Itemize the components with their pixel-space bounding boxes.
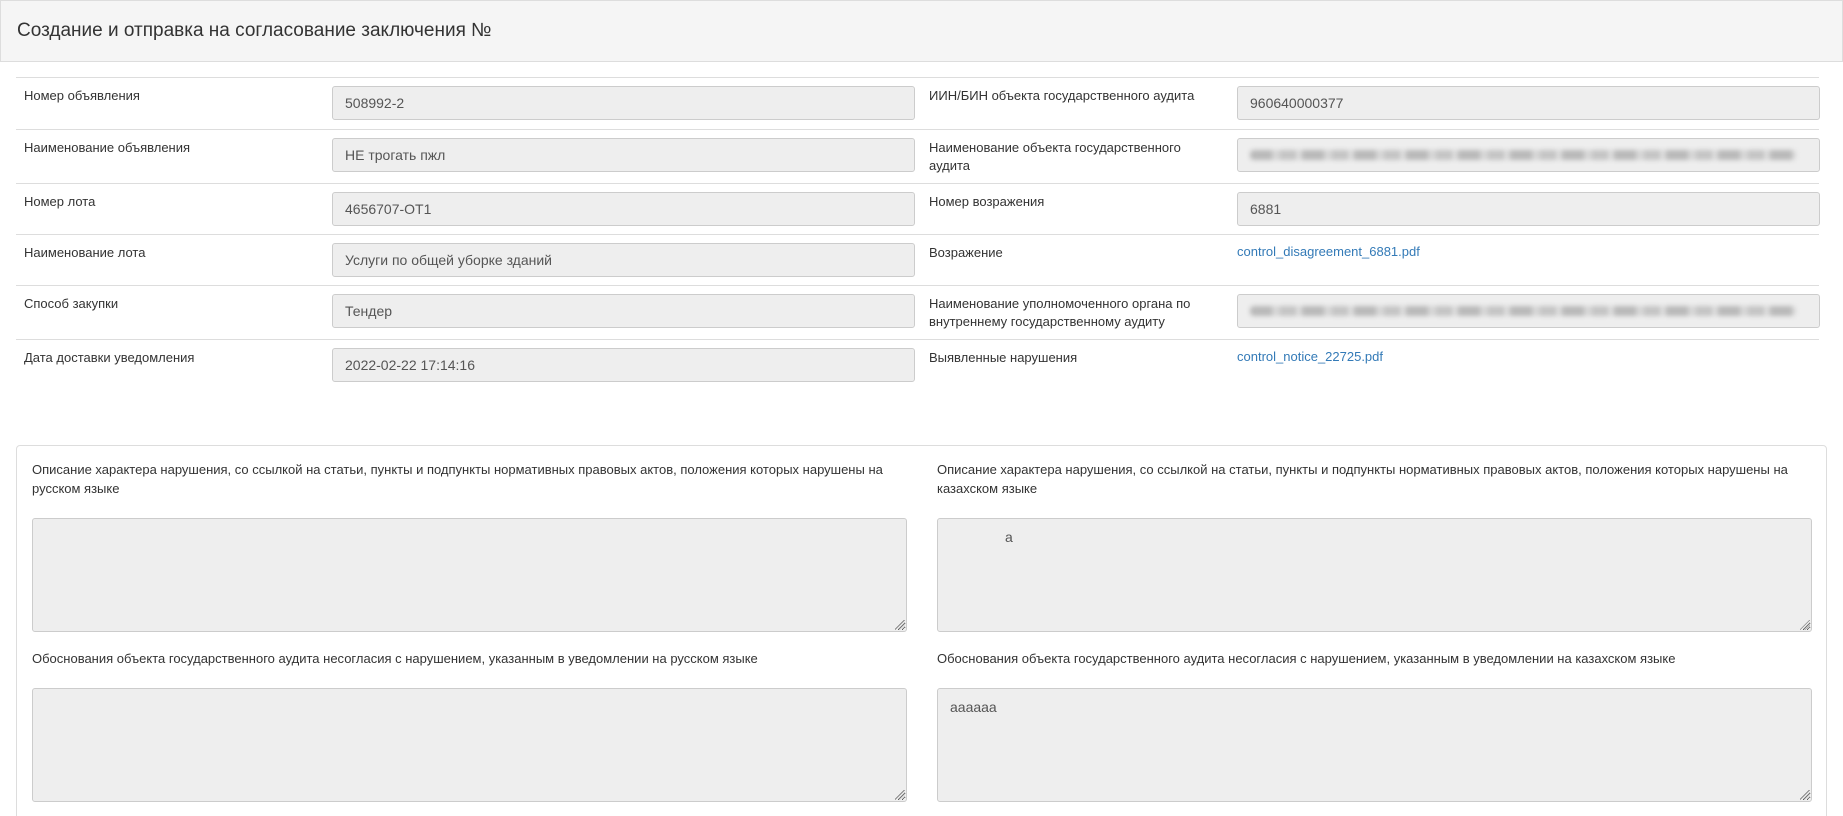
audit-object-iin-label: ИИН/БИН объекта государственного аудита bbox=[929, 88, 1195, 103]
panel-header: Создание и отправка на согласование закл… bbox=[0, 0, 1843, 62]
resize-handle-icon[interactable] bbox=[895, 620, 905, 630]
violation-kz-label: Описание характера нарушения, со ссылкой… bbox=[937, 462, 1788, 496]
notification-date-label: Дата доставки уведомления bbox=[24, 350, 195, 365]
objection-number-field[interactable]: 6881 bbox=[1237, 192, 1820, 226]
info-row: Дата доставки уведомления 2022-02-22 17:… bbox=[16, 339, 1819, 391]
audit-object-name-field[interactable] bbox=[1237, 138, 1820, 172]
lot-name-label: Наименование лота bbox=[24, 245, 146, 260]
redacted-text bbox=[1250, 306, 1796, 316]
objection-file-link[interactable]: control_disagreement_6881.pdf bbox=[1237, 244, 1420, 259]
authorized-body-field[interactable] bbox=[1237, 294, 1820, 328]
audit-object-iin-field[interactable]: 960640000377 bbox=[1237, 86, 1820, 120]
announcement-number-label: Номер объявления bbox=[24, 88, 140, 103]
authorized-body-label: Наименование уполномоченного органа по в… bbox=[929, 296, 1191, 329]
procurement-method-label: Способ закупки bbox=[24, 296, 119, 311]
justification-ru-textarea[interactable] bbox=[32, 688, 907, 802]
violation-kz-textarea[interactable]: а bbox=[937, 518, 1812, 632]
objection-label: Возражение bbox=[929, 245, 1003, 260]
announcement-number-field[interactable]: 508992-2 bbox=[332, 86, 915, 120]
procurement-method-field[interactable]: Тендер bbox=[332, 294, 915, 328]
info-row: Наименование лота Услуги по общей уборке… bbox=[16, 234, 1819, 285]
page-title: Создание и отправка на согласование закл… bbox=[17, 20, 492, 41]
justification-kz-textarea[interactable]: аааааа bbox=[937, 688, 1812, 802]
audit-object-name-label: Наименование объекта государственного ау… bbox=[929, 140, 1181, 173]
justification-kz-label: Обоснования объекта государственного ауд… bbox=[937, 651, 1676, 666]
info-row: Номер объявления 508992-2 ИИН/БИН объект… bbox=[16, 77, 1820, 129]
resize-handle-icon[interactable] bbox=[1800, 620, 1810, 630]
objection-number-label: Номер возражения bbox=[929, 194, 1045, 209]
announcement-name-label: Наименование объявления bbox=[24, 140, 191, 155]
lot-name-field[interactable]: Услуги по общей уборке зданий bbox=[332, 243, 915, 277]
info-row: Номер лота 4656707-ОТ1 Номер возражения … bbox=[16, 183, 1820, 234]
violations-file-link[interactable]: control_notice_22725.pdf bbox=[1237, 349, 1383, 364]
violation-ru-textarea[interactable] bbox=[32, 518, 907, 632]
violation-ru-label: Описание характера нарушения, со ссылкой… bbox=[32, 462, 883, 496]
descriptions-panel: Описание характера нарушения, со ссылкой… bbox=[16, 445, 1827, 816]
notification-date-field[interactable]: 2022-02-22 17:14:16 bbox=[332, 348, 915, 382]
lot-number-field[interactable]: 4656707-ОТ1 bbox=[332, 192, 915, 226]
lot-number-label: Номер лота bbox=[24, 194, 96, 209]
resize-handle-icon[interactable] bbox=[895, 790, 905, 800]
redacted-text bbox=[1250, 150, 1796, 160]
info-row: Способ закупки Тендер Наименование уполн… bbox=[16, 285, 1820, 339]
justification-ru-label: Обоснования объекта государственного ауд… bbox=[32, 651, 758, 666]
violations-label: Выявленные нарушения bbox=[929, 350, 1078, 365]
info-row: Наименование объявления НЕ трогать пжл Н… bbox=[16, 129, 1820, 183]
info-table: Номер объявления 508992-2 ИИН/БИН объект… bbox=[16, 77, 1820, 391]
resize-handle-icon[interactable] bbox=[1800, 790, 1810, 800]
announcement-name-field[interactable]: НЕ трогать пжл bbox=[332, 138, 915, 172]
